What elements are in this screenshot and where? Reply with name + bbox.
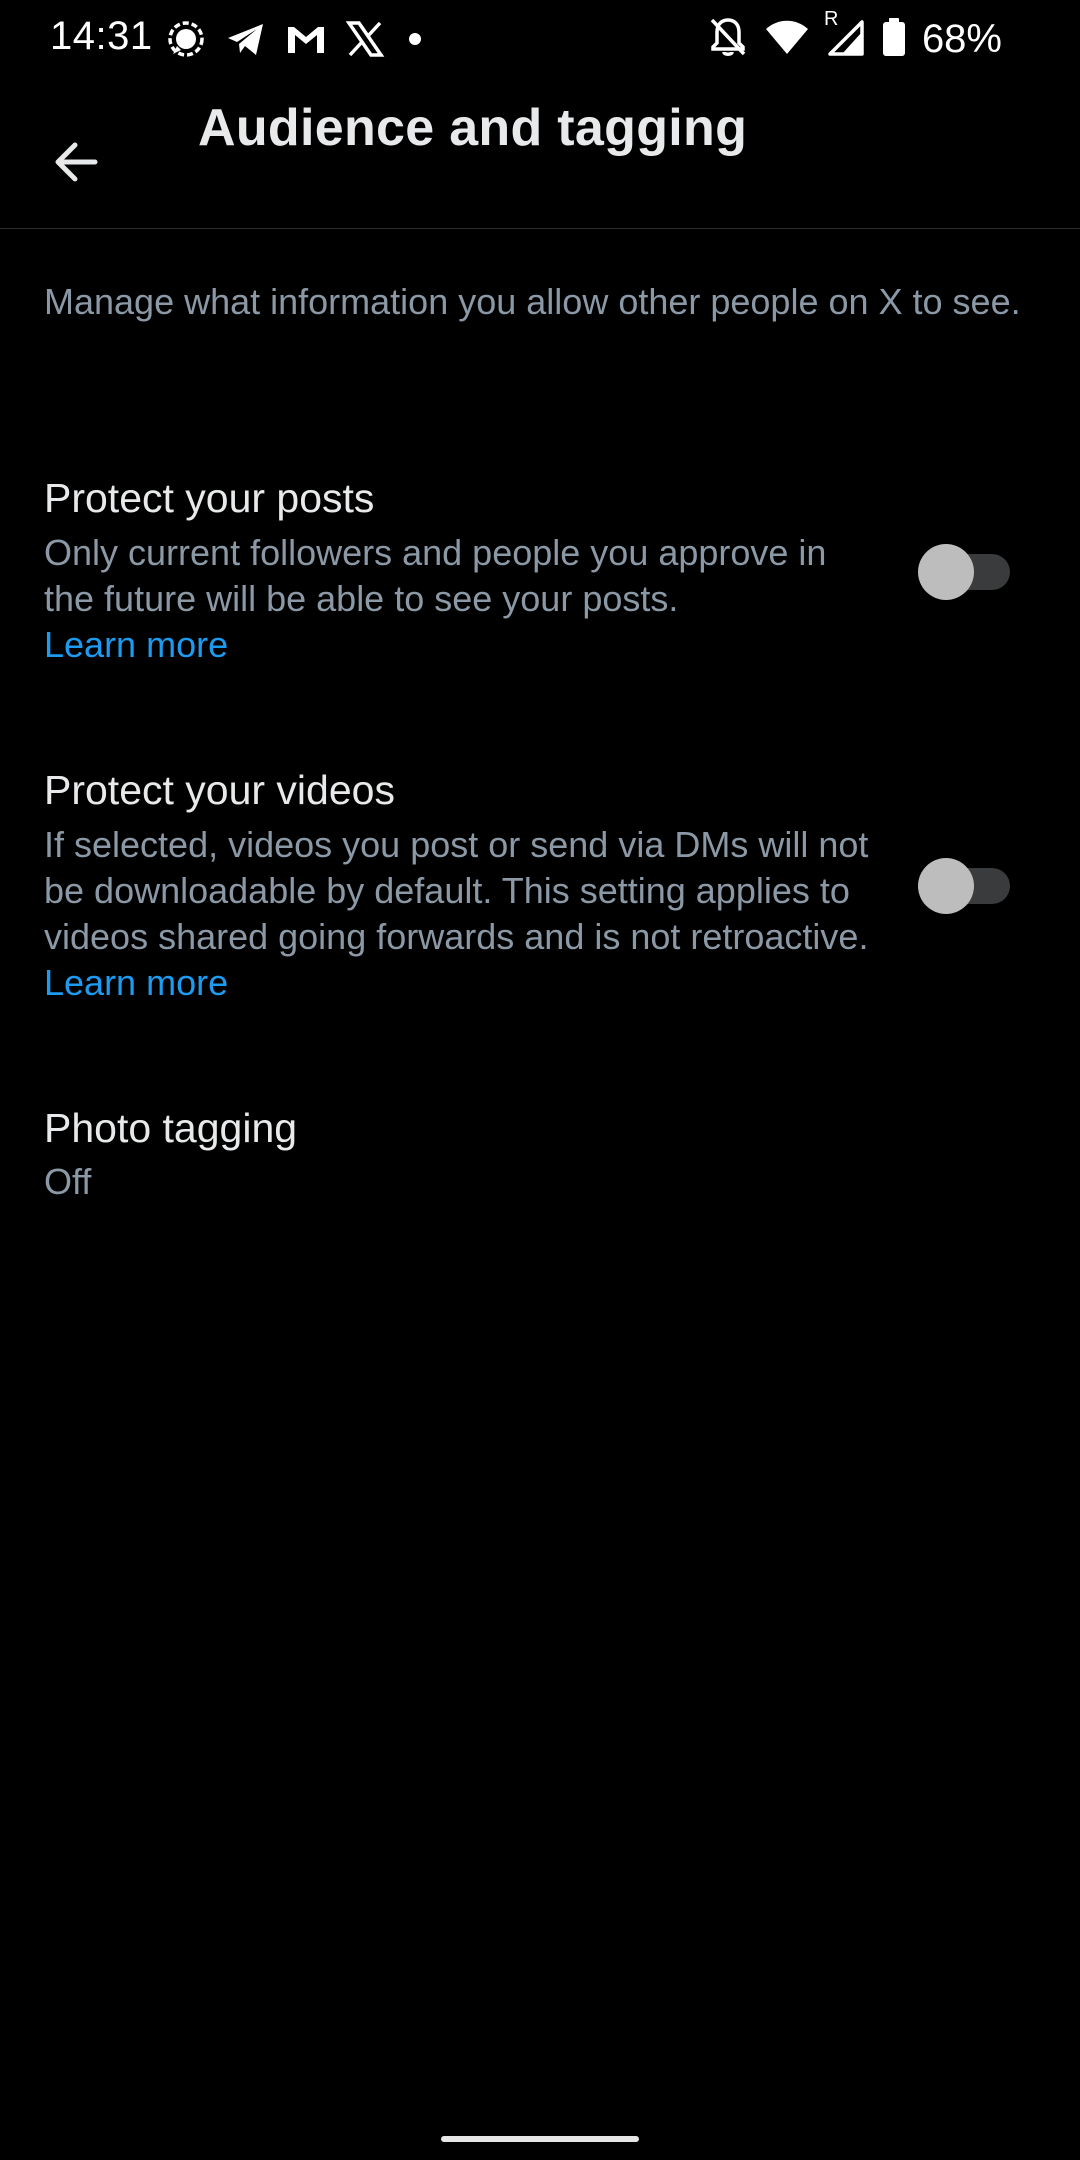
- protect-videos-toggle[interactable]: [918, 852, 1010, 914]
- setting-description-text: Only current followers and people you ap…: [44, 532, 827, 619]
- signal-messenger-icon: [165, 18, 207, 60]
- app-bar: Audience and tagging: [0, 78, 1080, 229]
- setting-title: Protect your videos: [44, 767, 395, 813]
- roaming-label: R: [823, 7, 839, 30]
- status-time: 14:31: [50, 14, 153, 58]
- telegram-icon: [225, 18, 267, 60]
- wifi-icon: [764, 17, 810, 62]
- cell-signal-roaming-icon: R: [824, 8, 866, 63]
- dot-icon: [403, 27, 427, 51]
- setting-value: Off: [44, 1161, 92, 1202]
- toggle-thumb: [918, 544, 974, 600]
- setting-title: Photo tagging: [44, 1105, 298, 1151]
- battery-percent: 68%: [921, 16, 1002, 61]
- page-title: Audience and tagging: [198, 99, 748, 157]
- setting-title: Protect your posts: [44, 475, 375, 521]
- x-logo-icon: [345, 19, 385, 59]
- learn-more-link[interactable]: Learn more: [44, 624, 228, 665]
- gmail-icon: [285, 18, 327, 60]
- setting-protect-posts[interactable]: Protect your posts Only current follower…: [44, 470, 1044, 668]
- protect-posts-toggle[interactable]: [918, 538, 1010, 600]
- battery-icon: [882, 17, 906, 62]
- status-bar: 14:31 R 68%: [0, 0, 1080, 78]
- setting-description: Only current followers and people you ap…: [44, 530, 874, 668]
- learn-more-link[interactable]: Learn more: [44, 962, 228, 1003]
- back-button[interactable]: [30, 116, 122, 208]
- arrow-left-icon: [55, 142, 98, 182]
- home-indicator[interactable]: [441, 2136, 639, 2142]
- toggle-thumb: [918, 858, 974, 914]
- intro-text: Manage what information you allow other …: [44, 281, 1021, 322]
- setting-protect-videos[interactable]: Protect your videos If selected, videos …: [44, 762, 1044, 1006]
- setting-description: If selected, videos you post or send via…: [44, 822, 874, 1006]
- notification-icons: [165, 16, 427, 62]
- setting-photo-tagging[interactable]: Photo tagging Off: [44, 1100, 1044, 1208]
- setting-description-text: If selected, videos you post or send via…: [44, 824, 869, 957]
- bell-off-icon: [708, 16, 748, 63]
- system-icons: R 68%: [708, 8, 1002, 63]
